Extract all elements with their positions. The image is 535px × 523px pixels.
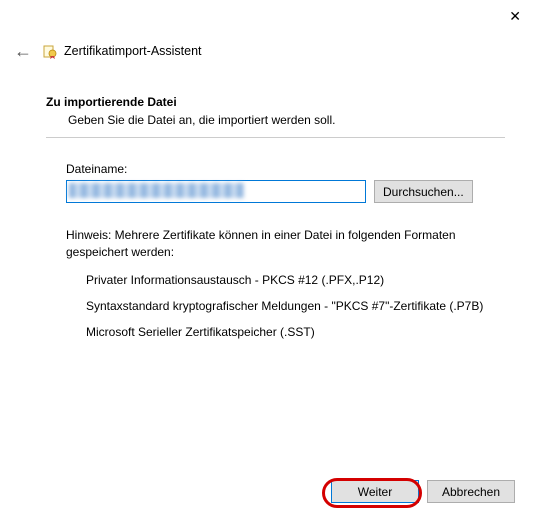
- section-title: Zu importierende Datei: [46, 95, 505, 109]
- filename-label: Dateiname:: [66, 162, 505, 176]
- browse-button[interactable]: Durchsuchen...: [374, 180, 473, 203]
- next-button[interactable]: Weiter: [331, 480, 419, 503]
- hint-text: Hinweis: Mehrere Zertifikate können in e…: [66, 227, 505, 261]
- format-item: Syntaxstandard kryptografischer Meldunge…: [86, 299, 505, 313]
- cancel-button[interactable]: Abbrechen: [427, 480, 515, 503]
- filename-input[interactable]: [66, 180, 366, 203]
- format-item: Microsoft Serieller Zertifikatspeicher (…: [86, 325, 505, 339]
- file-row: Durchsuchen...: [66, 180, 505, 203]
- wizard-header: ← Zertifikatimport-Assistent: [14, 42, 202, 60]
- wizard-title: Zertifikatimport-Assistent: [64, 44, 202, 58]
- divider: [46, 137, 505, 138]
- close-icon[interactable]: ✕: [509, 8, 521, 25]
- wizard-footer: Weiter Abbrechen: [323, 480, 515, 503]
- format-item: Privater Informationsaustausch - PKCS #1…: [86, 273, 505, 287]
- certificate-wizard-icon: [42, 43, 58, 59]
- wizard-content: Zu importierende Datei Geben Sie die Dat…: [46, 95, 505, 351]
- back-arrow-icon[interactable]: ←: [14, 42, 32, 60]
- section-description: Geben Sie die Datei an, die importiert w…: [68, 113, 505, 127]
